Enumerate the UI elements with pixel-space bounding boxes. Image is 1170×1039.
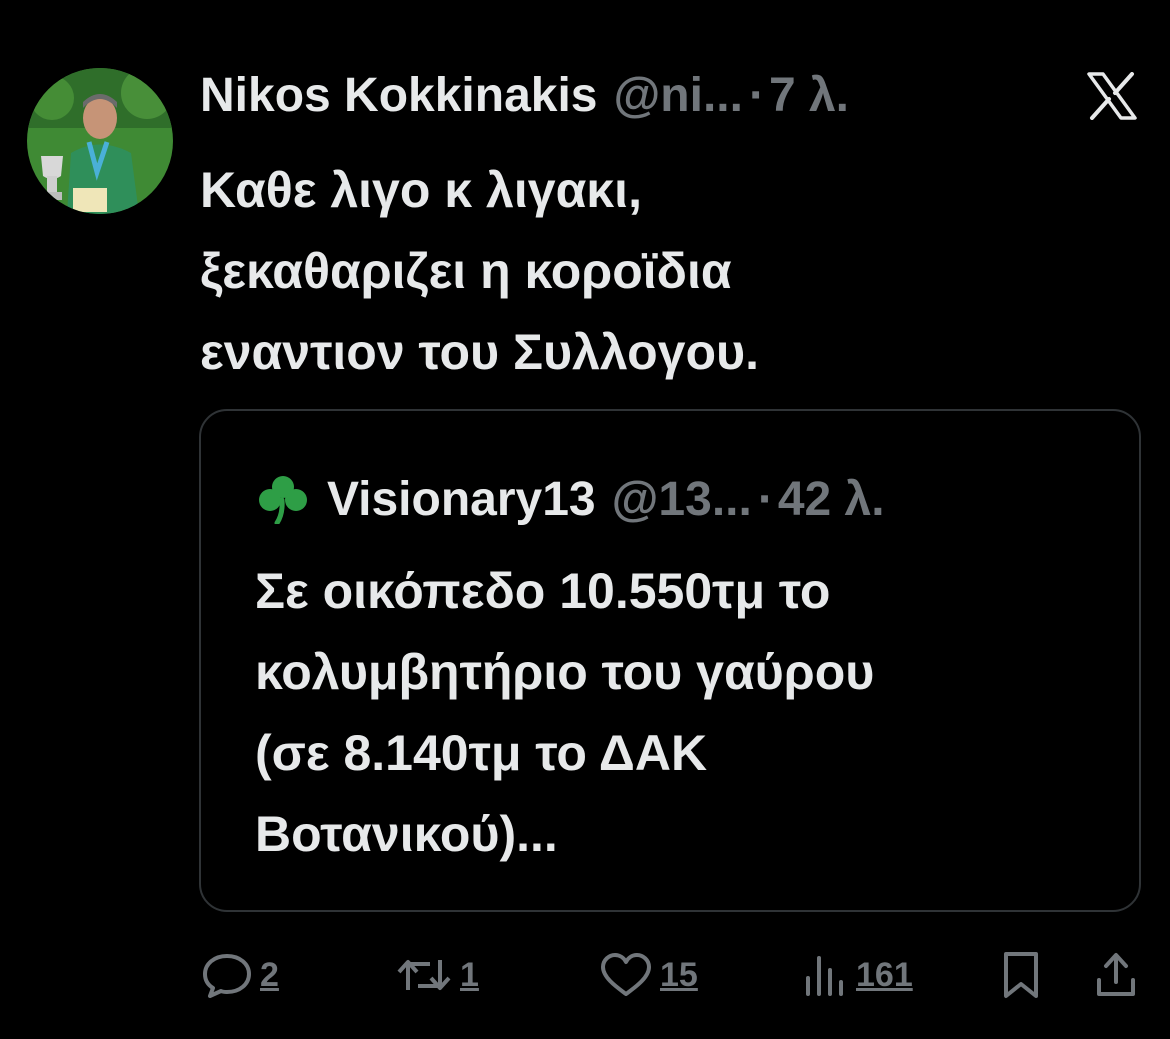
- tweet-time[interactable]: 7 λ.: [769, 66, 849, 126]
- quoted-text-line: Σε οικόπεδο 10.550τμ το: [255, 563, 831, 619]
- views-chart-icon: [806, 956, 843, 996]
- views-count[interactable]: 161: [856, 956, 913, 995]
- share-button[interactable]: [1094, 945, 1138, 1005]
- quoted-tweet-header: Visionary13 @13... · 42 λ.: [255, 469, 885, 529]
- tweet-text-line: ξεκαθαριζει η κοροϊδια: [200, 243, 732, 299]
- tweet-header: Nikos Kokkinakis @ni... · 7 λ.: [200, 66, 849, 126]
- heart-icon: [601, 953, 651, 996]
- quoted-text-line: Βοτανικού)...: [255, 806, 558, 862]
- repost-count[interactable]: 1: [460, 956, 479, 995]
- like-count[interactable]: 15: [660, 956, 698, 995]
- quoted-author-handle[interactable]: @13...: [612, 472, 752, 527]
- like-button[interactable]: 15: [598, 945, 698, 1005]
- repost-button[interactable]: 1: [394, 945, 479, 1005]
- bookmark-icon: [1004, 952, 1038, 998]
- author-handle[interactable]: @ni...: [614, 66, 743, 126]
- quoted-text-line: κολυμβητήριο του γαύρου: [255, 644, 875, 700]
- views-button[interactable]: 161: [800, 945, 913, 1005]
- quoted-author-name[interactable]: Visionary13: [327, 472, 596, 527]
- separator-dot: ·: [748, 69, 765, 122]
- quoted-text-line: (σε 8.140τμ το ΔΑΚ: [255, 725, 708, 781]
- tweet-text-line: εναντιον του Συλλογου.: [200, 324, 759, 380]
- repost-icon: [397, 960, 451, 990]
- tweet-text: Καθε λιγο κ λιγακι, ξεκαθαριζει η κοροϊδ…: [200, 150, 1100, 393]
- reply-count[interactable]: 2: [260, 956, 279, 995]
- share-icon: [1097, 953, 1135, 996]
- action-bar: 2 1 15 161: [0, 945, 1170, 1005]
- avatar[interactable]: [27, 68, 173, 214]
- bookmark-button[interactable]: [1000, 945, 1042, 1005]
- tweet-text-line: Καθε λιγο κ λιγακι,: [200, 162, 642, 218]
- reply-icon: [203, 954, 251, 998]
- reply-button[interactable]: 2: [200, 945, 279, 1005]
- shamrock-icon: [259, 476, 307, 524]
- quoted-tweet-text: Σε οικόπεδο 10.550τμ το κολυμβητήριο του…: [255, 551, 1115, 875]
- quoted-tweet[interactable]: Visionary13 @13... · 42 λ. Σε οικόπεδο 1…: [199, 409, 1141, 912]
- quoted-tweet-time[interactable]: 42 λ.: [778, 472, 885, 527]
- separator-dot: ·: [757, 472, 774, 526]
- x-logo-icon: [1086, 72, 1138, 120]
- author-name[interactable]: Nikos Kokkinakis: [200, 66, 598, 126]
